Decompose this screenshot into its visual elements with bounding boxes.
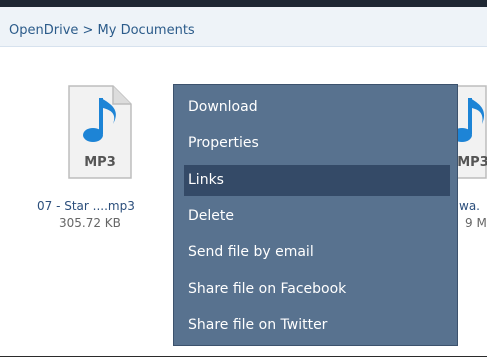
menu-item-download[interactable]: Download (184, 92, 450, 123)
breadcrumb-bar: OpenDrive > My Documents (0, 7, 487, 47)
menu-item-delete[interactable]: Delete (184, 201, 450, 232)
menu-item-share-twitter[interactable]: Share file on Twitter (184, 310, 450, 341)
breadcrumb[interactable]: OpenDrive > My Documents (9, 23, 195, 38)
file-name[interactable]: wa. (459, 199, 480, 213)
divider (0, 356, 487, 357)
context-menu: Download Properties Links Delete Send fi… (173, 84, 458, 346)
file-name[interactable]: 07 - Star ....mp3 (37, 199, 135, 213)
menu-item-send-by-email[interactable]: Send file by email (184, 237, 450, 268)
top-bar (0, 0, 487, 7)
file-size: 305.72 KB (59, 216, 121, 230)
mp3-badge: MP3 (84, 155, 116, 170)
file-size: 9 M (465, 216, 487, 230)
mp3-file-icon: MP3 (68, 85, 132, 179)
mp3-badge: MP3 (457, 155, 487, 170)
menu-item-properties[interactable]: Properties (184, 128, 450, 159)
menu-item-share-facebook[interactable]: Share file on Facebook (184, 274, 450, 305)
menu-item-links[interactable]: Links (184, 165, 450, 196)
